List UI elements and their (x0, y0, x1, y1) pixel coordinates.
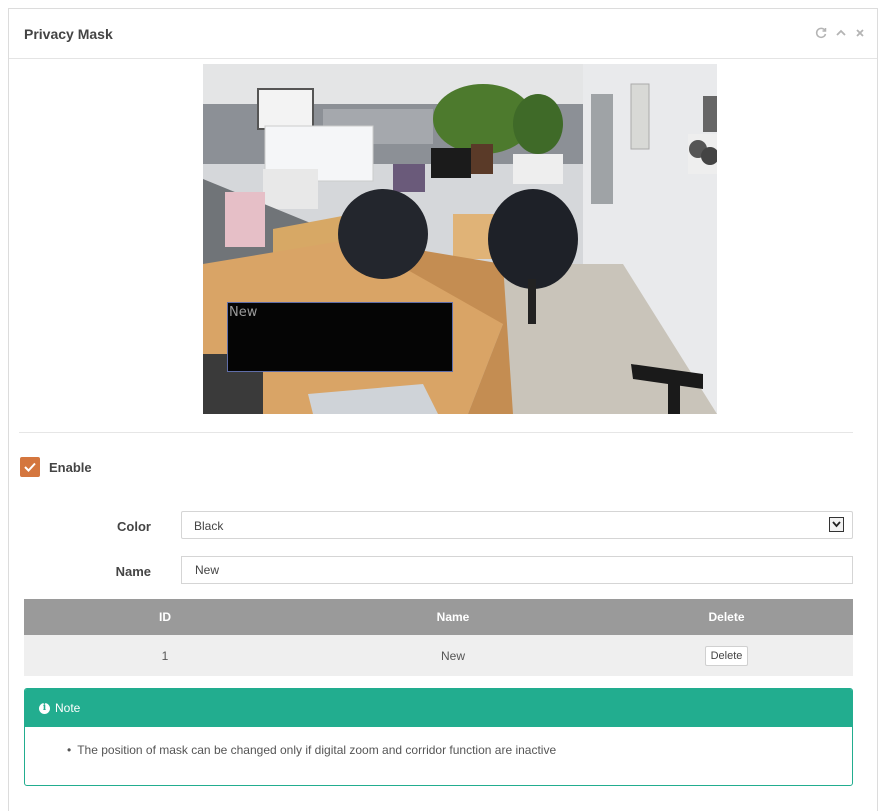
panel-tools (815, 27, 865, 41)
camera-preview[interactable]: New (203, 64, 717, 414)
note-body: • The position of mask can be changed onl… (25, 727, 852, 757)
panel-header: Privacy Mask (9, 9, 877, 59)
refresh-icon[interactable] (815, 27, 827, 41)
bullet-icon: • (67, 743, 72, 757)
enable-row: Enable (20, 457, 92, 477)
column-header-id: ID (24, 599, 306, 635)
enable-label: Enable (49, 459, 92, 475)
checkmark-icon (24, 462, 36, 472)
column-header-delete: Delete (600, 599, 853, 635)
name-input[interactable] (181, 556, 853, 584)
enable-checkbox[interactable] (20, 457, 40, 477)
table-header-row: ID Name Delete (24, 599, 853, 635)
color-select-value: Black (194, 519, 224, 533)
color-select[interactable]: Black (181, 511, 853, 539)
table-row[interactable]: 1 New Delete (24, 635, 853, 676)
chevron-down-icon[interactable] (829, 517, 844, 532)
name-label: Name (115, 564, 151, 579)
panel-title: Privacy Mask (24, 26, 113, 42)
note-title: Note (55, 701, 81, 715)
note-header: i Note (25, 689, 852, 727)
note-item: The position of mask can be changed only… (77, 743, 557, 757)
row-name: New (306, 635, 600, 676)
info-icon: i (39, 702, 50, 714)
close-icon[interactable] (855, 27, 865, 41)
note-box: i Note • The position of mask can be chan… (24, 688, 853, 786)
mask-region-label: New (229, 305, 258, 320)
column-header-name: Name (306, 599, 600, 635)
mask-table: ID Name Delete 1 New Delete (24, 599, 853, 676)
divider (19, 432, 853, 433)
collapse-icon[interactable] (835, 27, 847, 41)
color-label: Color (117, 519, 151, 534)
row-delete-cell: Delete (600, 635, 853, 676)
row-id: 1 (24, 635, 306, 676)
delete-button[interactable]: Delete (704, 645, 749, 666)
privacy-mask-region[interactable]: New (227, 302, 453, 372)
